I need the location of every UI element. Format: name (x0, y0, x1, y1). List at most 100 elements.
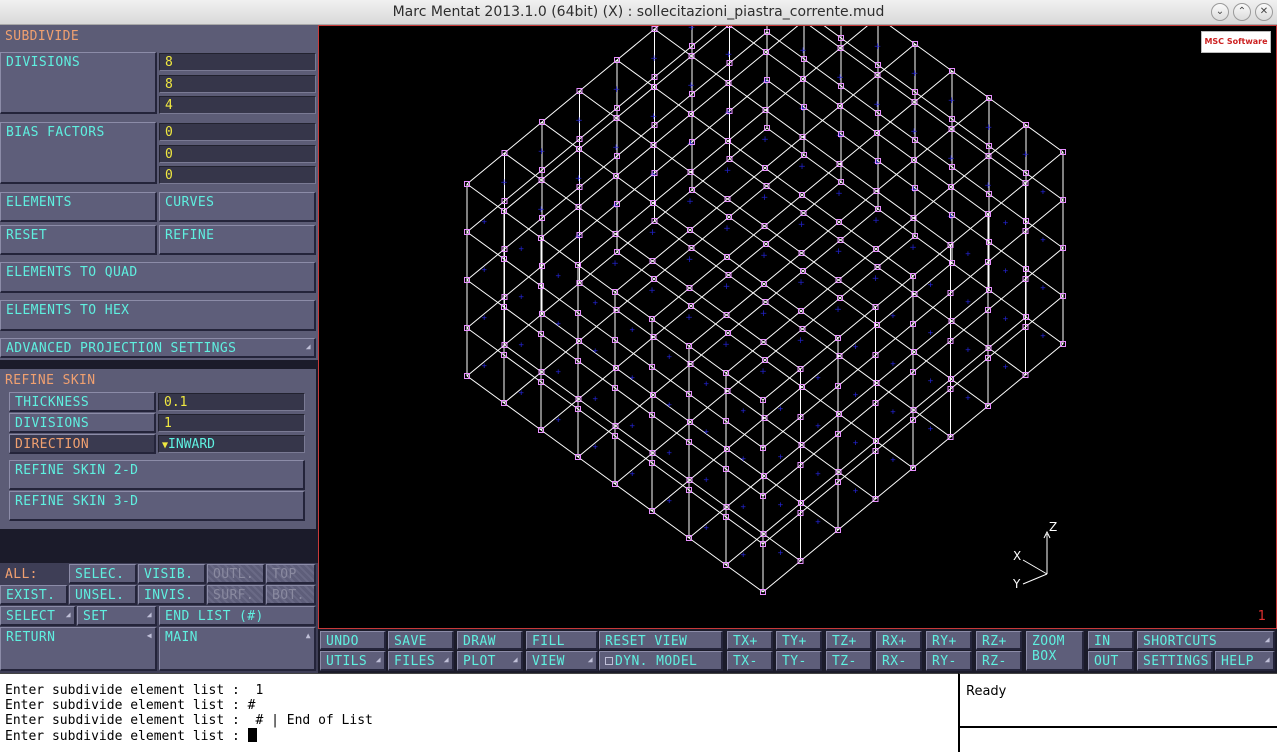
view-label: VIEW (532, 654, 565, 669)
svg-text:+: + (704, 380, 710, 390)
svg-text:+: + (613, 85, 621, 95)
divisions-button[interactable]: DIVISIONS (0, 52, 157, 114)
submenu-arrow-icon: ◢ (65, 610, 71, 619)
ry-plus-button[interactable]: RY+ (926, 631, 972, 650)
rz-minus-button[interactable]: RZ- (976, 651, 1022, 671)
svg-text:+: + (482, 218, 488, 228)
ry-minus-button[interactable]: RY- (926, 651, 972, 671)
svg-text:+: + (687, 81, 695, 91)
divisions-w-field[interactable]: 4 (159, 96, 316, 114)
console-input-line[interactable]: Enter subdivide element list : (5, 728, 257, 744)
bias-u-field[interactable]: 0 (159, 123, 316, 141)
thickness-field[interactable]: 0.1 (158, 393, 305, 411)
svg-text:+: + (1003, 219, 1009, 229)
fill-button[interactable]: FILL (526, 631, 598, 650)
zoom-out-button[interactable]: OUT (1088, 651, 1134, 671)
select-all-invisible-button[interactable]: INVIS. (138, 585, 206, 605)
plot-button[interactable]: PLOT ◢ (457, 651, 523, 671)
close-icon[interactable]: ✕ (1255, 3, 1273, 21)
console-line: Enter subdivide element list : # | End o… (5, 713, 373, 728)
svg-text:+: + (965, 346, 971, 356)
select-all-top-button[interactable]: TOP (266, 564, 316, 584)
svg-text:+: + (762, 26, 770, 29)
select-all-existing-button[interactable]: EXIST. (0, 585, 68, 605)
curves-button[interactable]: CURVES (159, 192, 316, 222)
divisions-v-field[interactable]: 8 (159, 75, 316, 93)
skin-divisions-button[interactable]: DIVISIONS (9, 413, 156, 433)
svg-text:+: + (836, 73, 844, 83)
view-button[interactable]: VIEW ◢ (526, 651, 598, 671)
select-menu-button[interactable]: SELECT ◢ (0, 606, 76, 626)
direction-dropdown[interactable]: ▼INWARD (158, 435, 305, 453)
svg-text:+: + (519, 245, 525, 255)
zoom-in-button[interactable]: IN (1088, 631, 1134, 650)
select-all-selected-button[interactable]: SELEC. (69, 564, 137, 584)
select-all-visible-button[interactable]: VISIB. (138, 564, 206, 584)
svg-text:+: + (611, 259, 619, 269)
command-console[interactable]: Enter subdivide element list : 1 Enter s… (0, 673, 958, 752)
divisions-u-field[interactable]: 8 (159, 53, 316, 71)
bias-factors-button[interactable]: BIAS FACTORS (0, 122, 157, 184)
help-button[interactable]: HELP ◢ (1215, 651, 1275, 671)
rz-plus-button[interactable]: RZ+ (976, 631, 1022, 650)
console-line: Enter subdivide element list : # (5, 698, 256, 713)
elements-to-hex-button[interactable]: ELEMENTS TO HEX (0, 300, 316, 331)
elements-button[interactable]: ELEMENTS (0, 192, 157, 222)
reset-view-button[interactable]: RESET VIEW (599, 631, 723, 650)
select-all-bottom-button[interactable]: BOT. (266, 585, 316, 605)
svg-text:+: + (797, 278, 805, 288)
return-button[interactable]: RETURN ◀ (0, 627, 157, 671)
draw-button[interactable]: DRAW (457, 631, 523, 650)
graphics-viewport[interactable]: + + + + + + + + + + + + + + + + + + + + + + + + + + + + + + + + + + + + + + + +… (318, 25, 1277, 629)
reset-button[interactable]: RESET (0, 225, 157, 255)
main-button[interactable]: MAIN ▲ (159, 627, 316, 671)
refine-button[interactable]: REFINE (159, 225, 316, 255)
bias-v-field[interactable]: 0 (159, 145, 316, 163)
mesh-plot[interactable]: + + + + + + + + + + + + + + + + + + + + + + + + + + + + + + + + + + + + + + + +… (319, 26, 1276, 628)
submenu-arrow-icon: ◢ (512, 655, 518, 664)
save-button[interactable]: SAVE (388, 631, 454, 650)
select-all-unselected-button[interactable]: UNSEL. (69, 585, 137, 605)
tz-plus-button[interactable]: TZ+ (826, 631, 872, 650)
settings-button[interactable]: SETTINGS (1137, 651, 1213, 671)
undo-button[interactable]: UNDO (320, 631, 386, 650)
svg-text:+: + (741, 551, 747, 561)
bias-w-field[interactable]: 0 (159, 166, 316, 184)
utils-button[interactable]: UTILS ◢ (320, 651, 386, 671)
tx-minus-button[interactable]: TX- (727, 651, 773, 671)
files-button[interactable]: FILES ◢ (388, 651, 454, 671)
svg-text:+: + (910, 127, 918, 137)
select-all-surface-button[interactable]: SURF. (207, 585, 265, 605)
svg-text:+: + (834, 305, 842, 315)
elements-to-quad-button[interactable]: ELEMENTS TO QUAD (0, 262, 316, 293)
skin-divisions-field[interactable]: 1 (158, 414, 305, 432)
axis-triad: Z X Y (1012, 522, 1057, 591)
tx-plus-button[interactable]: TX+ (727, 631, 773, 650)
ty-minus-button[interactable]: TY- (776, 651, 822, 671)
svg-text:+: + (815, 422, 821, 432)
refine-skin-3d-button[interactable]: REFINE SKIN 3-D (9, 491, 305, 521)
dyn-model-button[interactable]: DYN. MODEL (599, 651, 723, 671)
svg-text:+: + (686, 197, 694, 207)
svg-text:+: + (872, 216, 880, 226)
thickness-button[interactable]: THICKNESS (9, 392, 156, 412)
refine-skin-2d-button[interactable]: REFINE SKIN 2-D (9, 460, 305, 490)
maximize-icon[interactable]: ⌃ (1233, 3, 1251, 21)
zoom-box-button[interactable]: ZOOM BOX (1026, 631, 1084, 671)
tz-minus-button[interactable]: TZ- (826, 651, 872, 671)
end-list-button[interactable]: END LIST (#) (159, 606, 316, 626)
rx-plus-button[interactable]: RX+ (876, 631, 922, 650)
advanced-projection-settings-button[interactable]: ADVANCED PROJECTION SETTINGS ◢ (0, 338, 316, 358)
x-axis-label: X (1013, 549, 1021, 563)
shortcuts-button[interactable]: SHORTCUTS ◢ (1137, 631, 1275, 650)
submenu-arrow-icon: ◢ (146, 610, 152, 619)
svg-text:+: + (741, 407, 747, 417)
select-all-outline-button[interactable]: OUTL. (207, 564, 265, 584)
bottom-toolbar: UNDO SAVE DRAW FILL RESET VIEW TX+ TY+ T… (318, 629, 1277, 673)
svg-text:+: + (630, 422, 636, 432)
set-menu-button[interactable]: SET ◢ (77, 606, 157, 626)
minimize-icon[interactable]: ⌄ (1211, 3, 1229, 21)
rx-minus-button[interactable]: RX- (876, 651, 922, 671)
svg-text:+: + (1040, 236, 1046, 246)
ty-plus-button[interactable]: TY+ (776, 631, 822, 650)
